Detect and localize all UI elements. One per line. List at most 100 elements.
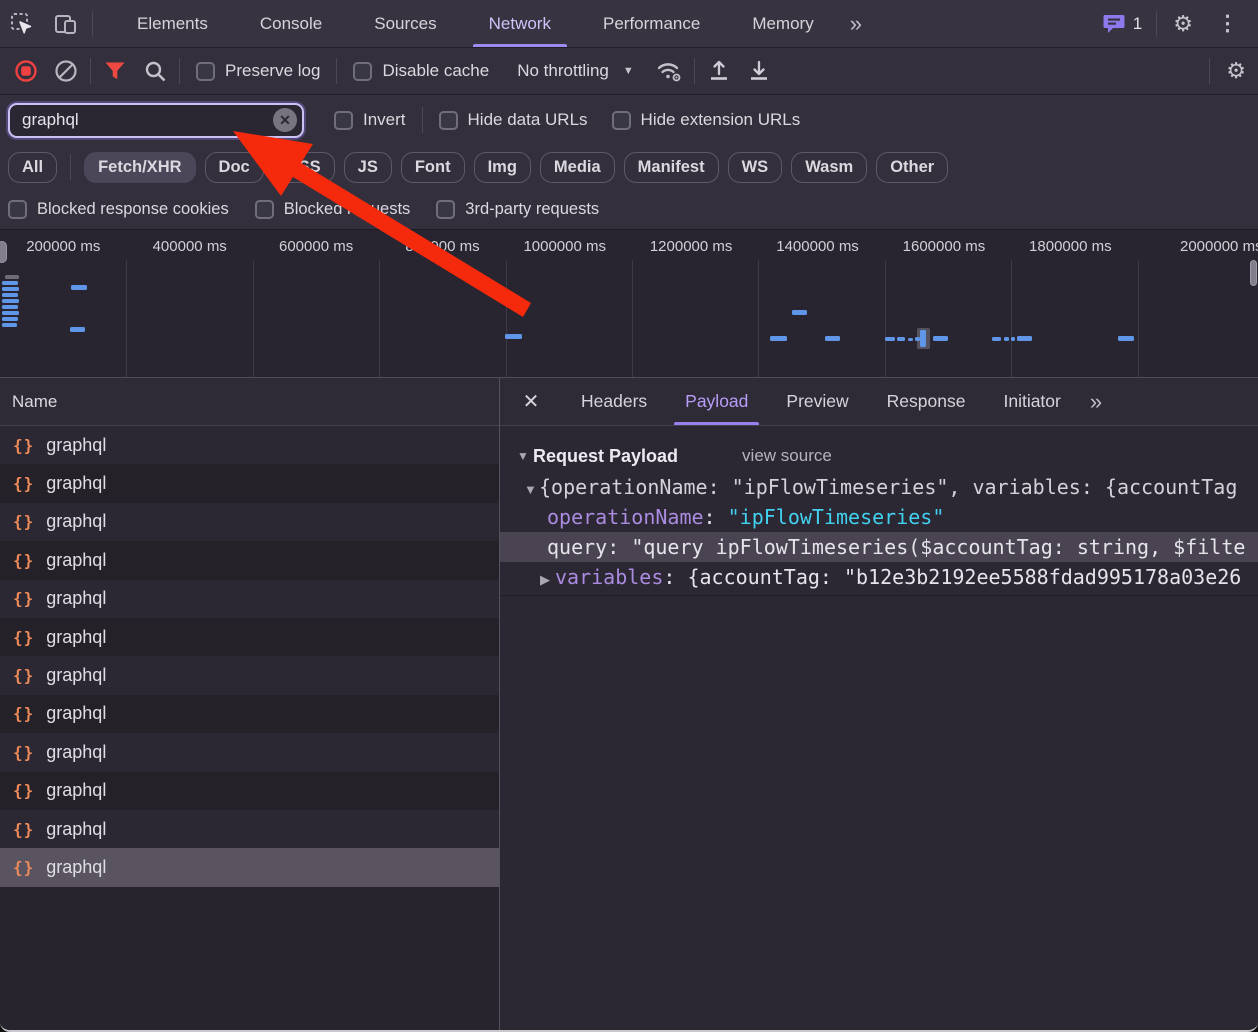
request-row[interactable]: {} graphql xyxy=(0,579,499,618)
tab-sources[interactable]: Sources xyxy=(348,0,462,47)
clear-network-log-icon[interactable] xyxy=(46,51,86,91)
tab-response[interactable]: Response xyxy=(868,378,985,425)
request-timing-bar xyxy=(933,336,948,341)
name-column-header[interactable]: Name xyxy=(0,378,499,426)
timeline-gridline xyxy=(126,260,127,377)
search-icon[interactable] xyxy=(135,51,175,91)
chip-img[interactable]: Img xyxy=(473,151,531,183)
request-name: graphql xyxy=(46,856,107,877)
hide-extension-urls-checkbox[interactable] xyxy=(611,110,631,130)
network-settings-gear-icon[interactable]: ⚙ xyxy=(1214,60,1258,82)
disable-cache-checkbox[interactable] xyxy=(353,61,373,81)
device-toolbar-icon[interactable] xyxy=(44,0,88,47)
chip-css[interactable]: CSS xyxy=(272,151,335,183)
record-network-log-icon[interactable] xyxy=(6,51,46,91)
checkbox[interactable] xyxy=(254,199,274,219)
timeline-scroll-handle[interactable] xyxy=(1250,260,1257,286)
issues-counter[interactable]: 1 xyxy=(1093,13,1152,34)
tab-preview[interactable]: Preview xyxy=(767,378,867,425)
payload-line[interactable]: operationName: "ipFlowTimeseries" xyxy=(500,502,1258,532)
request-row[interactable]: {} graphql xyxy=(0,502,499,542)
checkbox[interactable] xyxy=(8,199,27,219)
settings-gear-icon[interactable]: ⚙ xyxy=(1161,12,1205,35)
fetch-xhr-icon: {} xyxy=(13,857,35,877)
request-name: graphql xyxy=(46,511,107,532)
chip-font[interactable]: Font xyxy=(400,151,465,183)
request-row[interactable]: {} graphql xyxy=(0,733,499,772)
collapse-triangle-icon[interactable]: ▼ xyxy=(517,449,533,463)
inspect-element-icon[interactable] xyxy=(0,0,44,47)
hide-extension-urls-label: Hide extension URLs xyxy=(640,110,801,129)
network-overview-timeline[interactable]: 200000 ms 400000 ms 600000 ms 800000 ms 1000… xyxy=(0,230,1258,378)
preserve-log-toggle[interactable]: Preserve log xyxy=(184,61,332,81)
customize-menu-icon[interactable]: ⋮ xyxy=(1205,11,1250,36)
tab-performance[interactable]: Performance xyxy=(577,0,726,47)
request-row[interactable]: {} graphql xyxy=(0,617,499,657)
chip-doc[interactable]: Doc xyxy=(204,151,264,183)
expand-triangle-icon[interactable]: ▶ xyxy=(540,565,555,592)
tab-initiator[interactable]: Initiator xyxy=(984,378,1079,425)
request-timing-bar xyxy=(792,310,807,315)
tab-elements[interactable]: Elements xyxy=(111,0,234,47)
timeline-tick-label: 1600000 ms xyxy=(902,238,986,255)
request-name: graphql xyxy=(46,818,107,839)
disable-cache-toggle[interactable]: Disable cache xyxy=(341,61,501,81)
payload-segment-key: variables xyxy=(555,565,664,589)
invert-toggle[interactable]: Invert xyxy=(322,110,418,130)
request-timing-bar xyxy=(70,327,85,332)
blocked-requests-toggle[interactable]: Blocked requests xyxy=(254,199,410,219)
request-row[interactable]: {} graphql xyxy=(0,541,499,580)
invert-checkbox[interactable] xyxy=(334,110,353,130)
fetch-xhr-icon: {} xyxy=(13,781,35,801)
tab-console[interactable]: Console xyxy=(234,0,348,47)
clear-filter-icon[interactable]: ✕ xyxy=(273,108,297,132)
request-row[interactable]: {} graphql xyxy=(0,426,499,465)
tab-memory[interactable]: Memory xyxy=(726,0,839,47)
payload-line[interactable]: ▶ variables: {accountTag: "b12e3b2192ee55… xyxy=(500,562,1258,592)
chip-other[interactable]: Other xyxy=(876,151,949,183)
import-har-icon[interactable] xyxy=(699,51,739,91)
blocked-response-cookies-toggle[interactable]: Blocked response cookies xyxy=(8,199,229,219)
filter-input[interactable] xyxy=(10,110,302,130)
close-panel-icon[interactable]: ✕ xyxy=(500,378,562,425)
filter-icon[interactable] xyxy=(95,51,135,91)
tab-headers[interactable]: Headers xyxy=(562,378,666,425)
hide-extension-urls-toggle[interactable]: Hide extension URLs xyxy=(600,110,813,130)
hide-data-urls-toggle[interactable]: Hide data URLs xyxy=(427,110,600,130)
chip-manifest[interactable]: Manifest xyxy=(623,151,719,183)
more-tabs-icon[interactable]: » xyxy=(840,0,870,47)
chip-media[interactable]: Media xyxy=(539,151,615,183)
request-row[interactable]: {} graphql xyxy=(0,656,499,695)
3rd-party-requests-toggle[interactable]: 3rd-party requests xyxy=(436,199,599,219)
collapse-triangle-icon[interactable]: ▼ xyxy=(524,475,539,502)
divider xyxy=(179,58,180,84)
payload-line[interactable]: query: "query ipFlowTimeseries($accountT… xyxy=(500,532,1258,562)
fetch-xhr-icon: {} xyxy=(13,589,35,609)
timeline-scroll-handle[interactable] xyxy=(0,241,7,263)
request-row[interactable]: {} graphql xyxy=(0,809,499,849)
chip-js[interactable]: JS xyxy=(343,151,392,183)
divider xyxy=(693,58,695,84)
export-har-icon[interactable] xyxy=(739,51,779,91)
chip-fetch-xhr[interactable]: Fetch/XHR xyxy=(84,151,196,183)
request-row[interactable]: {} graphql xyxy=(0,848,499,887)
preserve-log-checkbox[interactable] xyxy=(196,61,215,81)
request-name: graphql xyxy=(46,780,107,801)
tab-payload[interactable]: Payload xyxy=(666,378,767,425)
network-conditions-icon[interactable] xyxy=(650,51,690,91)
payload-line[interactable]: ▼ {operationName: "ipFlowTimeseries", var… xyxy=(500,472,1258,502)
request-row[interactable]: {} graphql xyxy=(0,464,499,503)
divider xyxy=(1209,58,1211,84)
tab-network[interactable]: Network xyxy=(463,0,577,47)
throttling-dropdown[interactable]: No throttling ▼ xyxy=(501,61,650,81)
fetch-xhr-icon: {} xyxy=(13,819,35,839)
request-row[interactable]: {} graphql xyxy=(0,694,499,734)
chip-ws[interactable]: WS xyxy=(727,151,783,183)
request-row[interactable]: {} graphql xyxy=(0,771,499,810)
chip-all[interactable]: All xyxy=(8,151,58,183)
hide-data-urls-checkbox[interactable] xyxy=(438,110,458,130)
view-source-link[interactable]: view source xyxy=(742,446,832,466)
more-panel-tabs-icon[interactable]: » xyxy=(1080,378,1110,425)
chip-wasm[interactable]: Wasm xyxy=(791,151,868,183)
checkbox[interactable] xyxy=(436,199,456,219)
